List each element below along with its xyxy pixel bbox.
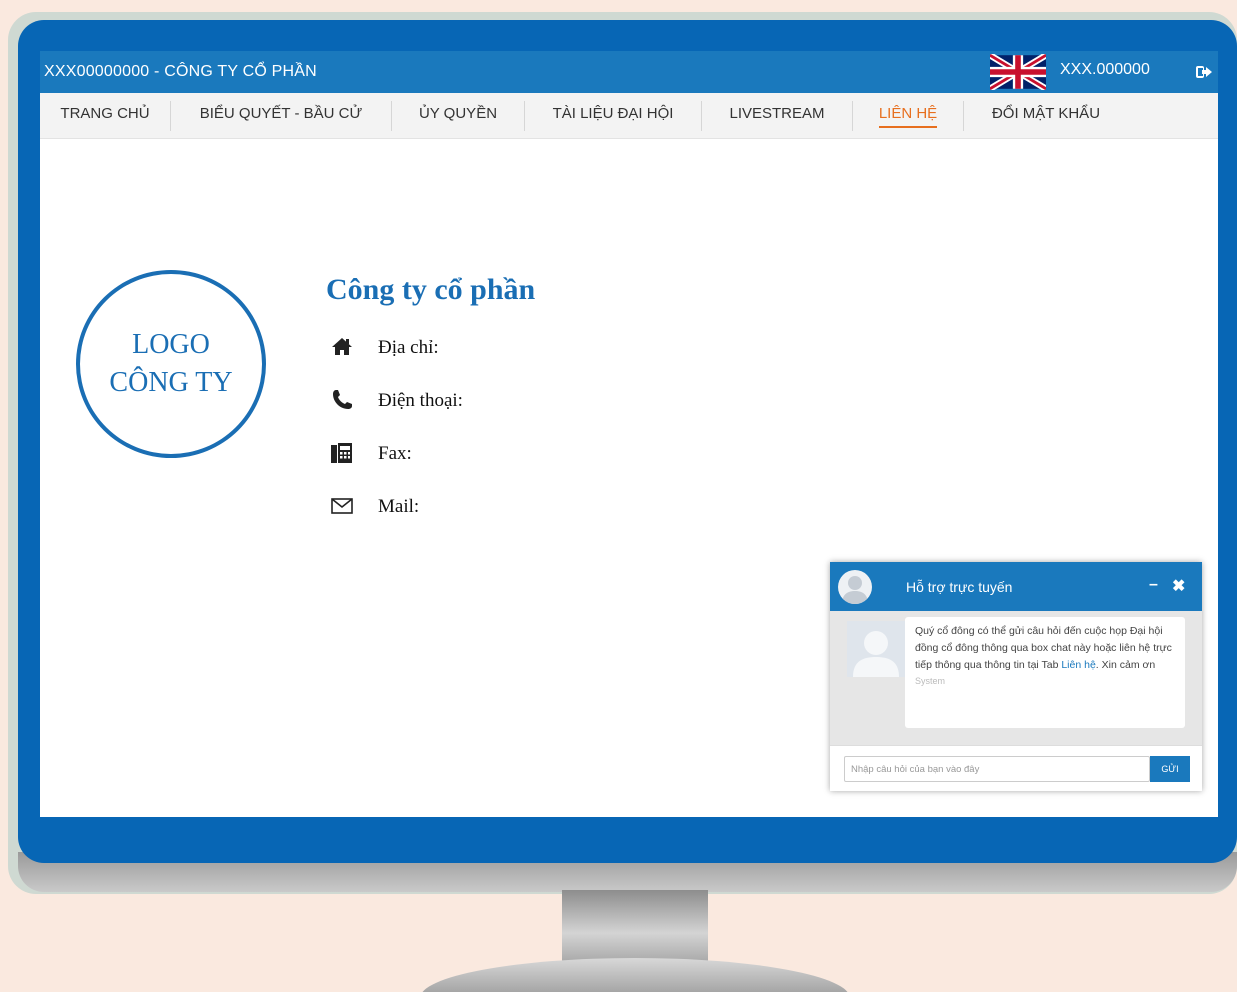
- phone-label: Điện thoại:: [378, 390, 463, 411]
- lien-he-link[interactable]: Liên hệ: [1061, 659, 1095, 671]
- logo-line1: LOGO: [132, 329, 210, 360]
- message-sender: System: [915, 676, 946, 686]
- phone-icon: [333, 390, 352, 409]
- main-nav: TRANG CHỦ BIỂU QUYẾT - BẦU CỬ ỦY QUYỀN T…: [40, 93, 1218, 139]
- nav-item-livestream[interactable]: LIVESTREAM: [702, 93, 852, 139]
- nav-item-label: TRANG CHỦ: [60, 105, 150, 122]
- chat-question-input[interactable]: [844, 756, 1150, 782]
- screen: XXX00000000 - CÔNG TY CỔ PHẦN XXX.000000…: [40, 51, 1218, 817]
- chat-title: Hỗ trợ trực tuyến: [906, 579, 1013, 595]
- chat-header: Hỗ trợ trực tuyến – ✖: [830, 562, 1202, 611]
- chat-messages: Quý cổ đông có thể gửi câu hỏi đến cuộc …: [830, 611, 1202, 745]
- nav-item-bieu-quyet[interactable]: BIỂU QUYẾT - BẦU CỬ: [171, 93, 391, 139]
- support-chat-widget: Hỗ trợ trực tuyến – ✖ Quý cổ đông có thể…: [830, 562, 1202, 791]
- user-code: XXX.000000: [1060, 61, 1150, 78]
- company-name: Công ty cổ phần: [326, 273, 536, 306]
- close-icon[interactable]: ✖: [1172, 576, 1185, 596]
- logout-icon[interactable]: [1196, 65, 1212, 79]
- logo-line2: CÔNG TY: [109, 367, 233, 398]
- minimize-icon[interactable]: –: [1149, 576, 1158, 594]
- nav-item-label: TÀI LIỆU ĐẠI HỘI: [552, 105, 674, 122]
- fax-icon: [331, 443, 352, 463]
- monitor-stand-neck: [562, 890, 708, 962]
- company-logo: LOGO CÔNG TY: [76, 270, 266, 458]
- nav-item-uy-quyen[interactable]: ỦY QUYỀN: [392, 93, 524, 139]
- top-header: XXX00000000 - CÔNG TY CỔ PHẦN XXX.000000: [40, 51, 1218, 93]
- nav-item-label: LIÊN HỆ: [878, 105, 938, 128]
- message-text: Quý cổ đông có thể gửi câu hỏi đến cuộc …: [915, 623, 1175, 674]
- home-icon: [332, 338, 352, 355]
- address-label: Địa chỉ:: [378, 337, 439, 358]
- monitor-stand-base: [420, 958, 850, 992]
- nav-item-label: BIỂU QUYẾT - BẦU CỬ: [199, 105, 363, 122]
- message-text-part: . Xin cảm ơn: [1095, 659, 1156, 671]
- support-avatar-icon: [838, 570, 872, 604]
- nav-item-label: ĐỔI MẬT KHẨU: [991, 105, 1101, 122]
- nav-item-tai-lieu[interactable]: TÀI LIỆU ĐẠI HỘI: [525, 93, 701, 139]
- message-avatar-icon: [847, 621, 905, 677]
- chat-footer: GỬI: [830, 745, 1202, 791]
- message-bubble: Quý cổ đông có thể gửi câu hỏi đến cuộc …: [905, 617, 1185, 728]
- nav-item-trang-chu[interactable]: TRANG CHỦ: [40, 93, 170, 139]
- nav-item-label: ỦY QUYỀN: [418, 105, 498, 122]
- app-title: XXX00000000 - CÔNG TY CỔ PHẦN: [44, 63, 317, 80]
- nav-item-lien-he[interactable]: LIÊN HỆ: [853, 93, 963, 139]
- mail-label: Mail:: [378, 496, 420, 517]
- envelope-icon: [331, 498, 353, 514]
- nav-item-doi-mat-khau[interactable]: ĐỔI MẬT KHẨU: [964, 93, 1128, 139]
- fax-label: Fax:: [378, 443, 412, 464]
- nav-item-label: LIVESTREAM: [729, 105, 825, 122]
- uk-flag-icon[interactable]: [990, 54, 1046, 90]
- send-button[interactable]: GỬI: [1150, 756, 1190, 782]
